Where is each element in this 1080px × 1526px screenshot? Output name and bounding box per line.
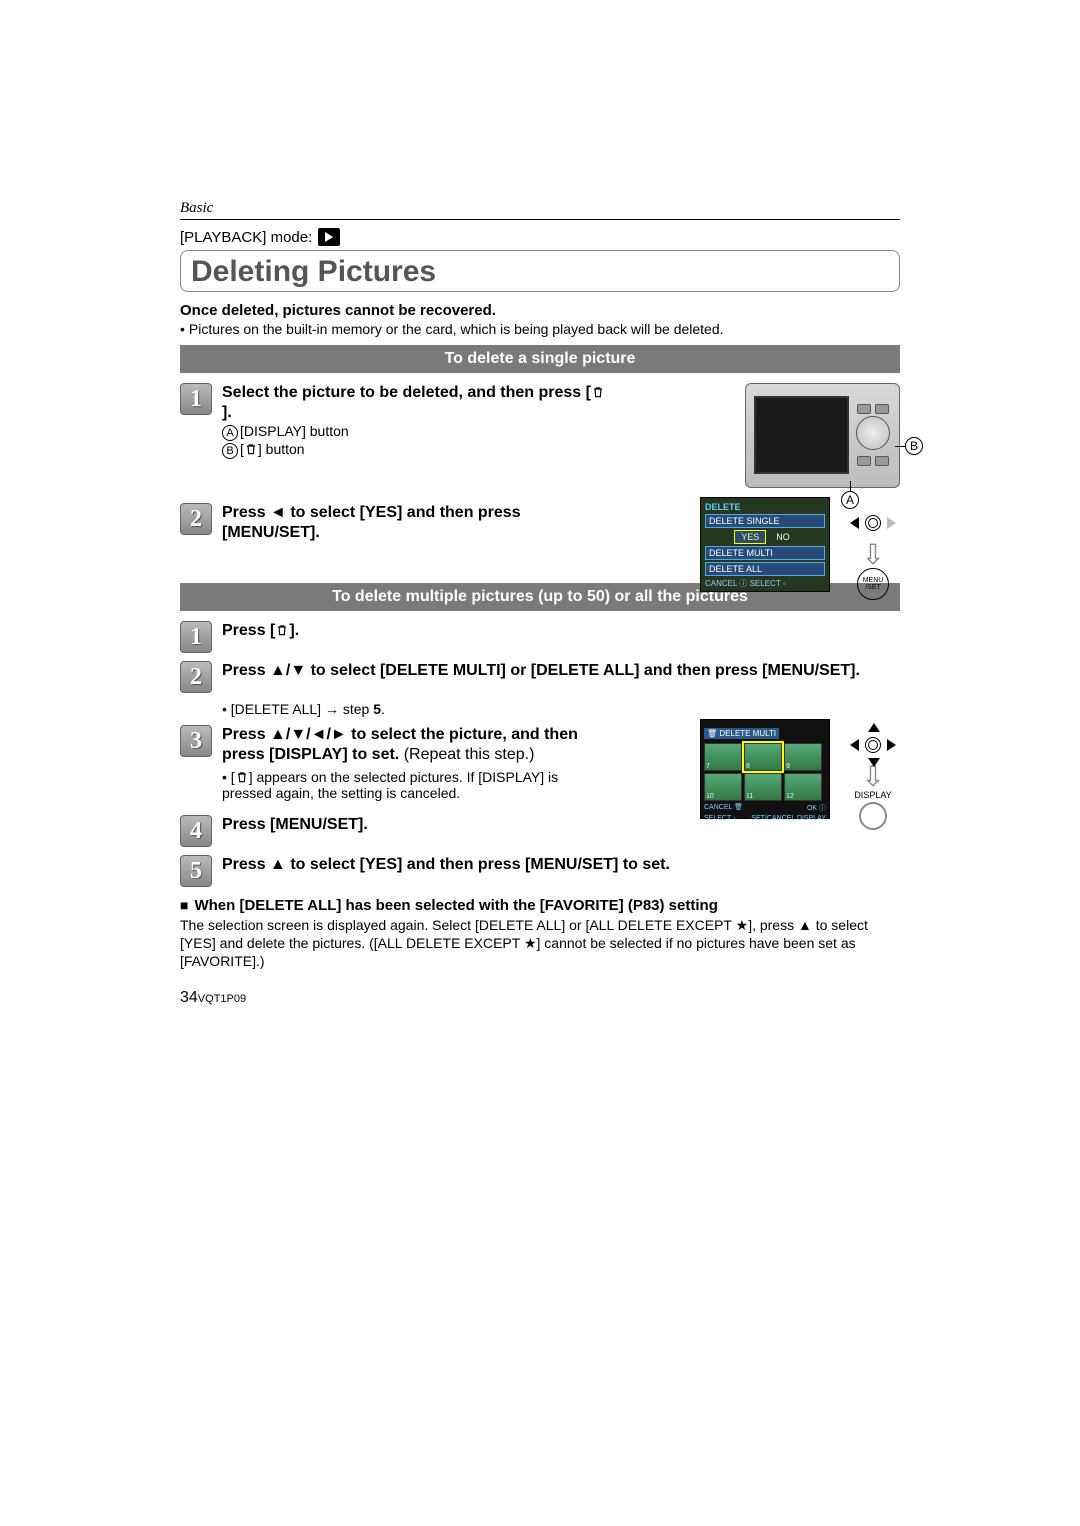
step-number-icon: 1 [180,383,212,415]
favorite-body: The selection screen is displayed again.… [180,916,900,971]
delete-multi-illustration: 🗑 DELETE MULTI 7 8 9 10 11 12 CANCEL 🗑OK… [700,719,830,819]
callout-b-icon: B [222,443,238,459]
mode-label: [PLAYBACK] mode: [180,229,312,246]
camera-illustration: A B [745,383,900,488]
display-label: DISPLAY [846,790,900,800]
multi-step3-row: 3 Press ▲/▼/◄/► to select the picture, a… [180,725,900,801]
dpad-menuset-illustration: ⇩ MENU/SET [846,503,900,600]
step-number-icon: 2 [180,503,212,535]
display-button-icon [859,802,887,830]
favorite-heading: ■ When [DELETE ALL] has been selected wi… [180,897,900,914]
single-step1: 1 Select the picture to be deleted, and … [180,383,610,459]
intro-note-text: Pictures on the built-in memory or the c… [189,321,724,337]
trash-icon [591,385,605,399]
single-step1-sub-a: A[DISPLAY] button [222,423,610,441]
menu-set-button-icon: MENU/SET [857,568,889,600]
multi-step3-text: Press ▲/▼/◄/► to select the picture, and… [222,725,610,765]
callout-a-icon: A [222,425,238,441]
mode-row: [PLAYBACK] mode: [180,228,900,246]
subheader-single: To delete a single picture [180,345,900,373]
multi-step2-text: Press ▲/▼ to select [DELETE MULTI] or [D… [222,661,900,681]
camera-callout-b: B [905,437,923,455]
multi-step5-text: Press ▲ to select [YES] and then press [… [222,855,900,875]
multi-step3: 3 Press ▲/▼/◄/► to select the picture, a… [180,725,610,801]
delete-menu-illustration: DELETE DELETE SINGLE YESNO DELETE MULTI … [700,497,830,592]
multi-step2: 2 Press ▲/▼ to select [DELETE MULTI] or … [180,661,900,693]
multi-step1: 1 Press []. [180,621,900,653]
down-arrow-icon: ⇩ [846,769,900,786]
trash-icon [235,770,249,784]
single-step2-row: 2 Press ◄ to select [YES] and then press… [180,503,900,543]
step-number-icon: 3 [180,725,212,757]
step-number-icon: 1 [180,621,212,653]
single-step1-row: 1 Select the picture to be deleted, and … [180,383,900,459]
page-footer: 34VQT1P09 [180,989,900,1007]
multi-step3-note: [] appears on the selected pictures. If … [222,769,610,801]
section-label: Basic [180,200,900,220]
star-icon: ★ [736,917,749,933]
trash-icon [275,623,289,637]
delete-all-note: [DELETE ALL]step 5. [222,701,900,717]
multi-step5: 5 Press ▲ to select [YES] and then press… [180,855,900,887]
playback-icon [318,228,340,246]
dpad-icon [850,725,896,765]
multi-step1-text: Press []. [222,621,900,641]
intro-note: Pictures on the built-in memory or the c… [180,321,900,337]
square-bullet-icon: ■ [180,897,188,914]
down-arrow-icon: ⇩ [846,547,900,564]
step-number-icon: 2 [180,661,212,693]
single-step1-text: Select the picture to be deleted, and th… [222,383,610,423]
star-icon: ★ [524,935,537,951]
single-step1-sub-b: B[] button [222,441,610,459]
manual-page: Basic [PLAYBACK] mode: Deleting Pictures… [180,200,900,1007]
step-number-icon: 5 [180,855,212,887]
dpad-icon [850,503,896,543]
dpad-display-illustration: ⇩ DISPLAY [846,725,900,830]
delete-warning: Once deleted, pictures cannot be recover… [180,302,900,319]
single-step2-text: Press ◄ to select [YES] and then press [… [222,503,610,543]
bullet-icon [180,321,185,337]
page-title: Deleting Pictures [191,255,889,289]
trash-icon [244,442,258,456]
single-step2: 2 Press ◄ to select [YES] and then press… [180,503,610,543]
step-number-icon: 4 [180,815,212,847]
title-box: Deleting Pictures [180,250,900,292]
